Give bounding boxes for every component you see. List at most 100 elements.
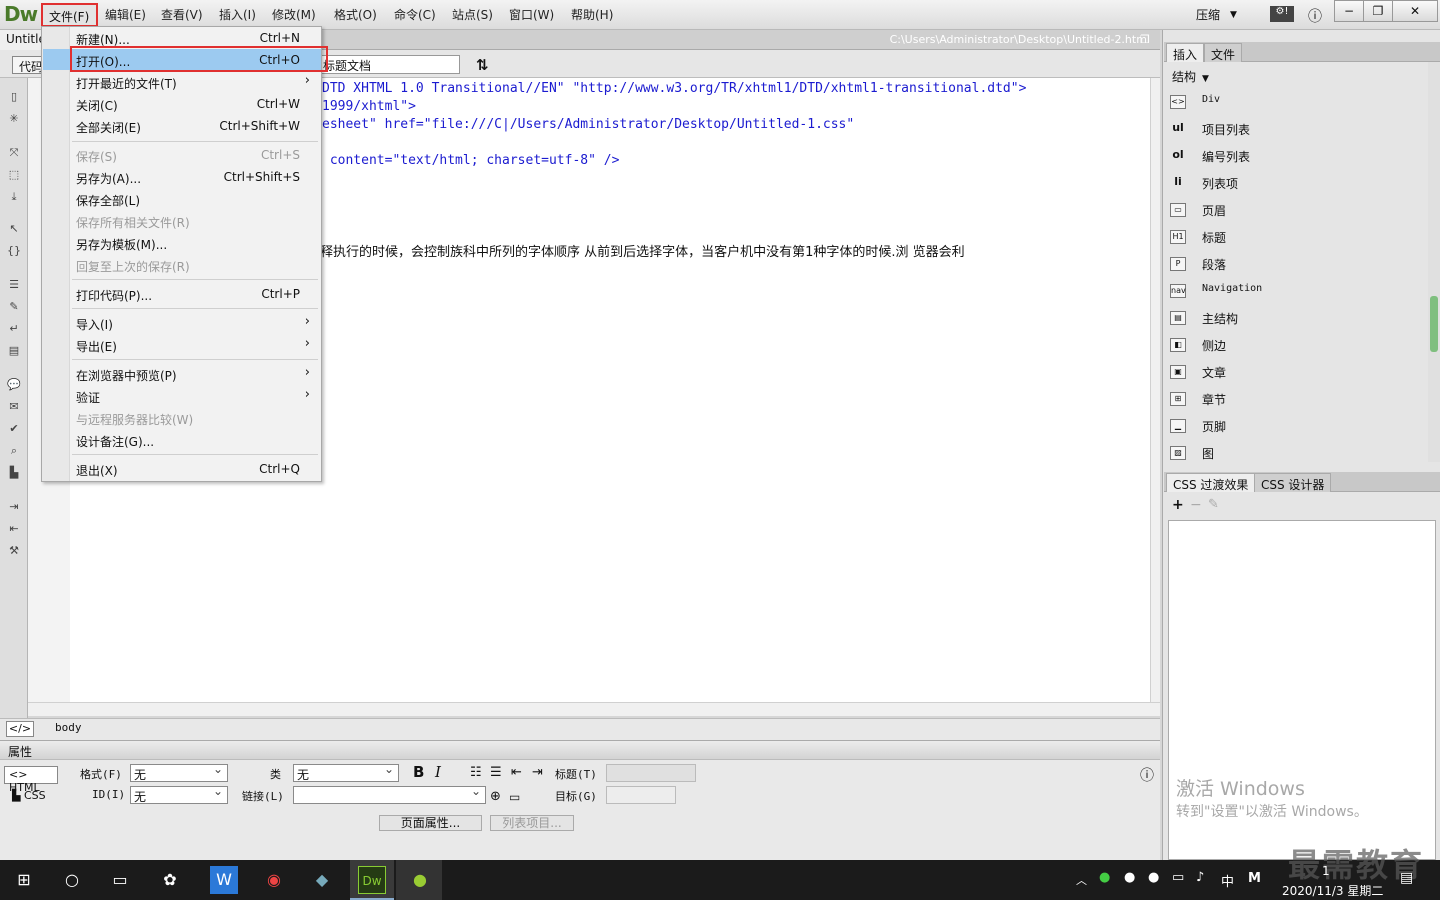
expand-all-icon[interactable]: ⤧ (6, 146, 22, 160)
help-icon[interactable]: ⓘ (1308, 6, 1322, 26)
ime-indicator[interactable]: 中 (1221, 871, 1234, 890)
word-wrap-icon[interactable]: ↵ (6, 322, 22, 336)
tab-insert[interactable]: 插入 (1166, 43, 1205, 62)
insert-ol[interactable]: ol 编号列表 (1170, 146, 1420, 166)
insert-div[interactable]: <> Div (1170, 92, 1420, 112)
menu-item-exit[interactable]: 退出(X) Ctrl+Q (70, 458, 320, 480)
network-icon[interactable]: ▭ (1172, 870, 1184, 885)
ime-mode-icon[interactable]: M (1248, 871, 1261, 886)
scrollbar-thumb[interactable] (1430, 296, 1438, 352)
tab-files[interactable]: 文件 (1204, 43, 1243, 62)
menu-commands[interactable]: 命令(C) (394, 6, 436, 23)
menu-item-save[interactable]: 保存(S) Ctrl+S (70, 144, 320, 166)
snippets-icon[interactable]: ⌕ (6, 444, 22, 458)
code-tag-icon[interactable]: </> (6, 721, 34, 737)
highlight-icon[interactable]: ✎ (6, 300, 22, 314)
qq-icon[interactable]: ● (1124, 870, 1135, 885)
open-documents-icon[interactable]: ▯ (6, 90, 22, 104)
restore-button[interactable]: ❐ (1363, 0, 1393, 22)
line-numbers-icon[interactable]: ☰ (6, 278, 22, 292)
chevron-up-icon[interactable]: ︿ (1076, 872, 1087, 888)
move-css-icon[interactable]: ▙ (6, 466, 22, 480)
insert-section[interactable]: ⊞ 章节 (1170, 389, 1420, 409)
compress-dropdown[interactable]: 压缩 ▼ (1196, 6, 1237, 23)
comment-icon[interactable]: 💬 (6, 378, 22, 392)
menu-item-save-as-template[interactable]: 另存为模板(M)... (70, 232, 320, 254)
close-button[interactable]: ✕ (1392, 0, 1438, 22)
outdent-icon[interactable]: ⇤ (6, 522, 22, 536)
taskbar-date[interactable]: 2020/11/3 星期二 (1282, 882, 1383, 899)
remove-comment-icon[interactable]: ✉ (6, 400, 22, 414)
insert-footer[interactable]: ▁ 页脚 (1170, 416, 1420, 436)
dreamweaver-icon[interactable]: Dw (358, 866, 386, 894)
menu-item-print-code[interactable]: 打印代码(P)... Ctrl+P (70, 283, 320, 305)
tab-css-designer[interactable]: CSS 设计器 (1254, 473, 1332, 492)
insert-ul[interactable]: ul 项目列表 (1170, 119, 1420, 139)
menu-item-revert[interactable]: 回复至上次的保存(R) (70, 254, 320, 276)
menu-site[interactable]: 站点(S) (452, 6, 493, 23)
edit-icon[interactable]: ✎ (1208, 497, 1219, 512)
braces-icon[interactable]: {} (6, 244, 22, 258)
bold-button[interactable]: B (413, 763, 424, 781)
insert-article[interactable]: ▣ 文章 (1170, 362, 1420, 382)
insert-paragraph[interactable]: P 段落 (1170, 254, 1420, 274)
tab-css-transitions[interactable]: CSS 过渡效果 (1166, 473, 1256, 492)
qq-icon[interactable]: ● (1148, 870, 1159, 885)
menu-item-design-notes[interactable]: 设计备注(G)... (70, 429, 320, 451)
title-field[interactable] (606, 764, 696, 782)
collapse-icon[interactable]: ✳ (6, 112, 22, 126)
link-select[interactable] (293, 784, 486, 804)
category-select[interactable]: 结构 ▼ (1172, 68, 1209, 85)
menu-file[interactable]: 文件(F) (41, 3, 98, 27)
vertical-scrollbar[interactable] (1150, 78, 1160, 702)
menu-modify[interactable]: 修改(M) (272, 6, 316, 23)
app-pinwheel-icon[interactable]: ✿ (156, 866, 184, 894)
volume-icon[interactable]: ♪ (1196, 870, 1204, 885)
menu-item-export[interactable]: 导出(E) › (70, 334, 320, 356)
menu-item-import[interactable]: 导入(I) › (70, 312, 320, 334)
css-mode-button[interactable]: ▙ CSS (12, 789, 46, 802)
minimize-button[interactable]: − (1334, 0, 1364, 22)
indent-icon[interactable]: ⇥ (532, 765, 543, 780)
wechat-icon[interactable]: ● (1099, 870, 1110, 885)
class-select[interactable]: 无 (293, 762, 399, 782)
add-icon[interactable]: + (1172, 497, 1184, 513)
format-source-icon[interactable]: ⚒ (6, 544, 22, 558)
menu-item-save-as[interactable]: 另存为(A)... Ctrl+Shift+S (70, 166, 320, 188)
wps-writer-icon[interactable]: W (210, 866, 238, 894)
menu-item-recent[interactable]: 打开最近的文件(T) › (70, 71, 320, 93)
menu-edit[interactable]: 编辑(E) (105, 6, 146, 23)
task-view-icon[interactable]: ▭ (106, 866, 134, 894)
italic-button[interactable]: I (435, 763, 441, 781)
html-mode-button[interactable]: <> HTML (4, 766, 58, 794)
sync-settings-icon[interactable]: ⚙! (1270, 6, 1294, 22)
wrap-tag-icon[interactable]: ✔ (6, 422, 22, 436)
taskbar-time[interactable]: 1 (1322, 864, 1330, 878)
insert-main[interactable]: ▤ 主结构 (1170, 308, 1420, 328)
menu-insert[interactable]: 插入(I) (219, 6, 256, 23)
insert-panel-scrollbar[interactable] (1428, 62, 1440, 462)
restore-doc-icon[interactable]: ❐ (1140, 33, 1150, 46)
search-icon[interactable]: ○ (58, 866, 86, 894)
format-select[interactable]: 无 (130, 762, 228, 782)
insert-aside[interactable]: ◧ 侧边 (1170, 335, 1420, 355)
menu-format[interactable]: 格式(O) (334, 6, 377, 23)
help-icon[interactable]: ⓘ (1140, 765, 1154, 785)
menu-item-compare-remote[interactable]: 与远程服务器比较(W) (70, 407, 320, 429)
menu-item-validate[interactable]: 验证 › (70, 385, 320, 407)
notification-icon[interactable]: ▤ (1400, 870, 1413, 886)
outdent-icon[interactable]: ⇤ (511, 765, 522, 780)
chrome-icon[interactable]: ◉ (260, 866, 288, 894)
indent-icon[interactable]: ⇥ (6, 500, 22, 514)
app-green-icon[interactable]: ● (406, 866, 434, 894)
insert-heading[interactable]: H1 标题 (1170, 227, 1420, 247)
remove-icon[interactable]: − (1190, 497, 1202, 513)
sort-icon[interactable]: ⇅ (476, 56, 489, 74)
page-properties-button[interactable]: 页面属性... (379, 815, 482, 831)
menu-item-preview[interactable]: 在浏览器中预览(P) › (70, 363, 320, 385)
document-title-input[interactable]: 标题文档 (320, 55, 460, 74)
app-notebook-icon[interactable]: ◆ (308, 866, 336, 894)
tag-body[interactable]: body (55, 721, 82, 734)
ordered-list-icon[interactable]: ☰ (490, 765, 502, 780)
insert-navigation[interactable]: nav Navigation (1170, 281, 1420, 301)
